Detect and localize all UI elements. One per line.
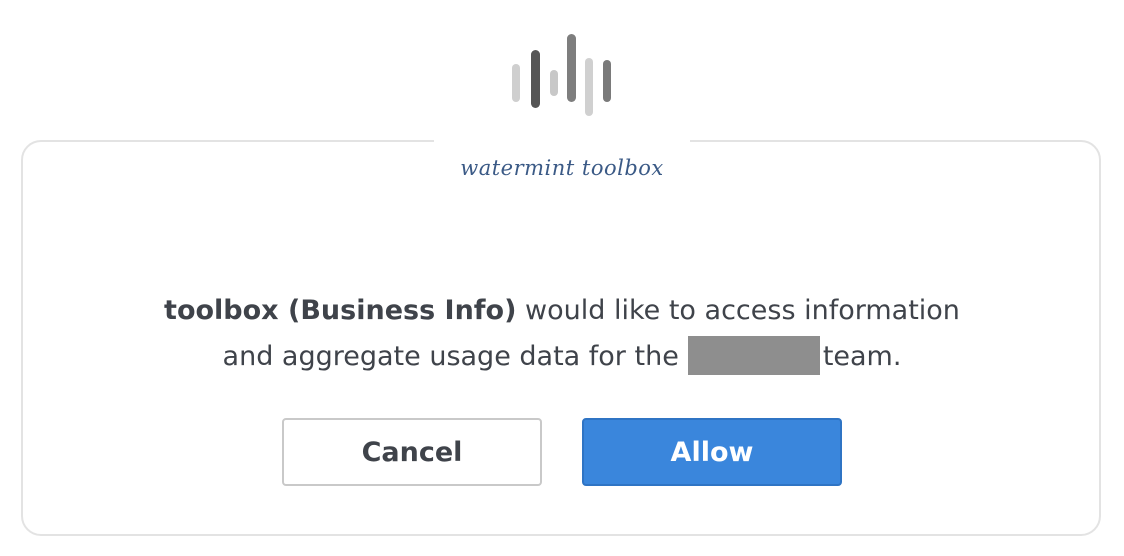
message-line-1: would like to access information <box>516 295 960 326</box>
message-line-2-end: team. <box>822 341 902 372</box>
cancel-button[interactable]: Cancel <box>282 418 542 486</box>
border-gap <box>434 132 690 146</box>
consent-message: toolbox (Business Info) would like to ac… <box>0 288 1124 380</box>
redacted-team-name <box>687 336 820 375</box>
brand-wordmark: watermint toolbox <box>460 156 664 180</box>
message-line-2: and aggregate usage data for the <box>222 341 679 372</box>
allow-button[interactable]: Allow <box>582 418 842 486</box>
sound-bars-logo-icon <box>512 34 611 116</box>
oauth-consent-page: watermint toolbox toolbox (Business Info… <box>0 0 1124 556</box>
app-name: toolbox (Business Info) <box>164 295 517 326</box>
